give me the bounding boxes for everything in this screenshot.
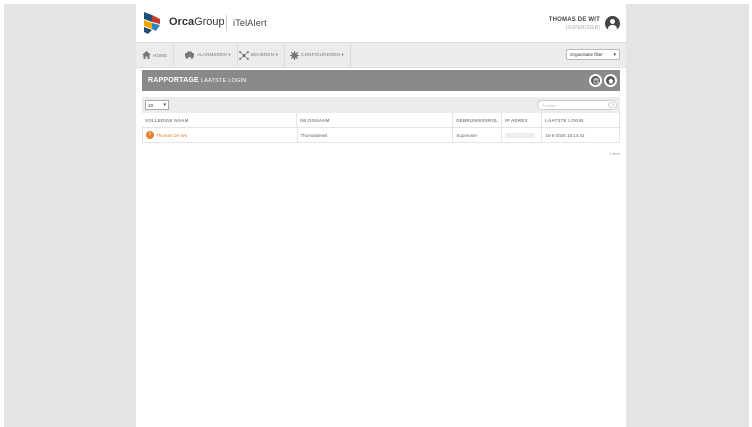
cell-user-role: Superuser	[453, 128, 503, 142]
report-header-bar: RAPPORTAGE LAATSTE LOGIN	[142, 70, 620, 91]
gear-icon	[290, 50, 299, 60]
network-icon	[239, 50, 249, 60]
organisation-filter-select[interactable]: Organisatie filter ▾	[566, 49, 620, 60]
cell-last-login: 15-5-2025 15:14:42	[542, 128, 621, 142]
navbar: HOME ALARMEREN ▾ BEHEREN ▾ CONFIGUREREN …	[136, 42, 626, 68]
export-button[interactable]	[589, 74, 602, 87]
nav-alarmeren[interactable]: ALARMEREN ▾	[178, 43, 238, 67]
clear-icon[interactable]	[608, 102, 614, 108]
cell-full-name: ! Thomas De Wit	[143, 128, 298, 142]
header: OrcaGroup iTelAlert THOMAS DE WIT (SUPER…	[136, 4, 626, 42]
warning-icon: !	[146, 131, 154, 139]
ip-redacted	[505, 132, 536, 138]
column-header-last-login[interactable]: LAATSTE LOGIN	[542, 113, 620, 127]
column-header-full-name[interactable]: VOLLEDIGE NAAM	[142, 113, 297, 127]
user-info[interactable]: THOMAS DE WIT (SUPERUSER)	[549, 17, 600, 31]
page-title-main: RAPPORTAGE	[148, 77, 199, 84]
nav-beheren-label: BEHEREN ▾	[251, 52, 279, 57]
search-input[interactable]: Zoeken	[537, 100, 617, 110]
login-table: VOLLEDIGE NAAM INLOGNAAM GEBRUIKERSROL I…	[142, 113, 621, 143]
home-button[interactable]	[604, 74, 617, 87]
nav-alarmeren-label: ALARMEREN ▾	[197, 52, 231, 57]
nav-home[interactable]: HOME	[136, 43, 175, 67]
avatar[interactable]	[605, 16, 620, 31]
cell-login-name: Thomasdewit	[298, 128, 454, 142]
table-toolbar: 10 ▾ Zoeken	[142, 97, 620, 113]
cell-ip-address	[502, 128, 543, 142]
brand-name: OrcaGroup	[169, 16, 225, 28]
car-icon	[185, 51, 194, 59]
nav-configureren-label: CONFIGUREREN ▾	[301, 52, 344, 57]
search-placeholder: Zoeken	[542, 102, 556, 108]
organisation-filter-value: Organisatie filter	[570, 52, 603, 57]
nav-home-label: HOME	[153, 52, 168, 58]
page-length-select[interactable]: 10 ▾	[145, 100, 169, 110]
column-header-user-role[interactable]: GEBRUIKERSROL	[453, 113, 502, 127]
app-container: OrcaGroup iTelAlert THOMAS DE WIT (SUPER…	[136, 4, 626, 427]
export-icon	[593, 77, 598, 83]
table-row[interactable]: ! Thomas De Wit Thomasdewit Superuser 15…	[142, 128, 621, 143]
nav-configureren[interactable]: CONFIGUREREN ▾	[284, 43, 351, 67]
page-title-sub: LAATSTE LOGIN	[201, 78, 247, 84]
chevron-down-icon: ▾	[613, 52, 616, 58]
page-title: RAPPORTAGE LAATSTE LOGIN	[148, 77, 246, 84]
app-name: iTelAlert	[233, 18, 267, 28]
brand-rest: Group	[194, 16, 225, 28]
orcagroup-logo[interactable]	[142, 11, 166, 35]
table-header-row: VOLLEDIGE NAAM INLOGNAAM GEBRUIKERSROL I…	[142, 113, 620, 128]
user-role: (SUPERUSER)	[565, 25, 600, 31]
chevron-down-icon: ▾	[163, 102, 166, 108]
page-length-value: 10	[148, 102, 154, 108]
user-name: THOMAS DE WIT	[548, 17, 600, 23]
home-icon	[142, 51, 151, 59]
user-link[interactable]: Thomas De Wit	[156, 133, 187, 138]
brand-divider	[226, 15, 227, 31]
home-icon	[607, 78, 614, 83]
column-header-ip-address[interactable]: IP ADRES	[502, 113, 542, 127]
column-header-login-name[interactable]: INLOGNAAM	[297, 113, 453, 127]
brand-bold: Orca	[169, 16, 195, 28]
nav-beheren[interactable]: BEHEREN ▾	[233, 43, 286, 67]
pagination-info: 1 item	[609, 151, 620, 156]
